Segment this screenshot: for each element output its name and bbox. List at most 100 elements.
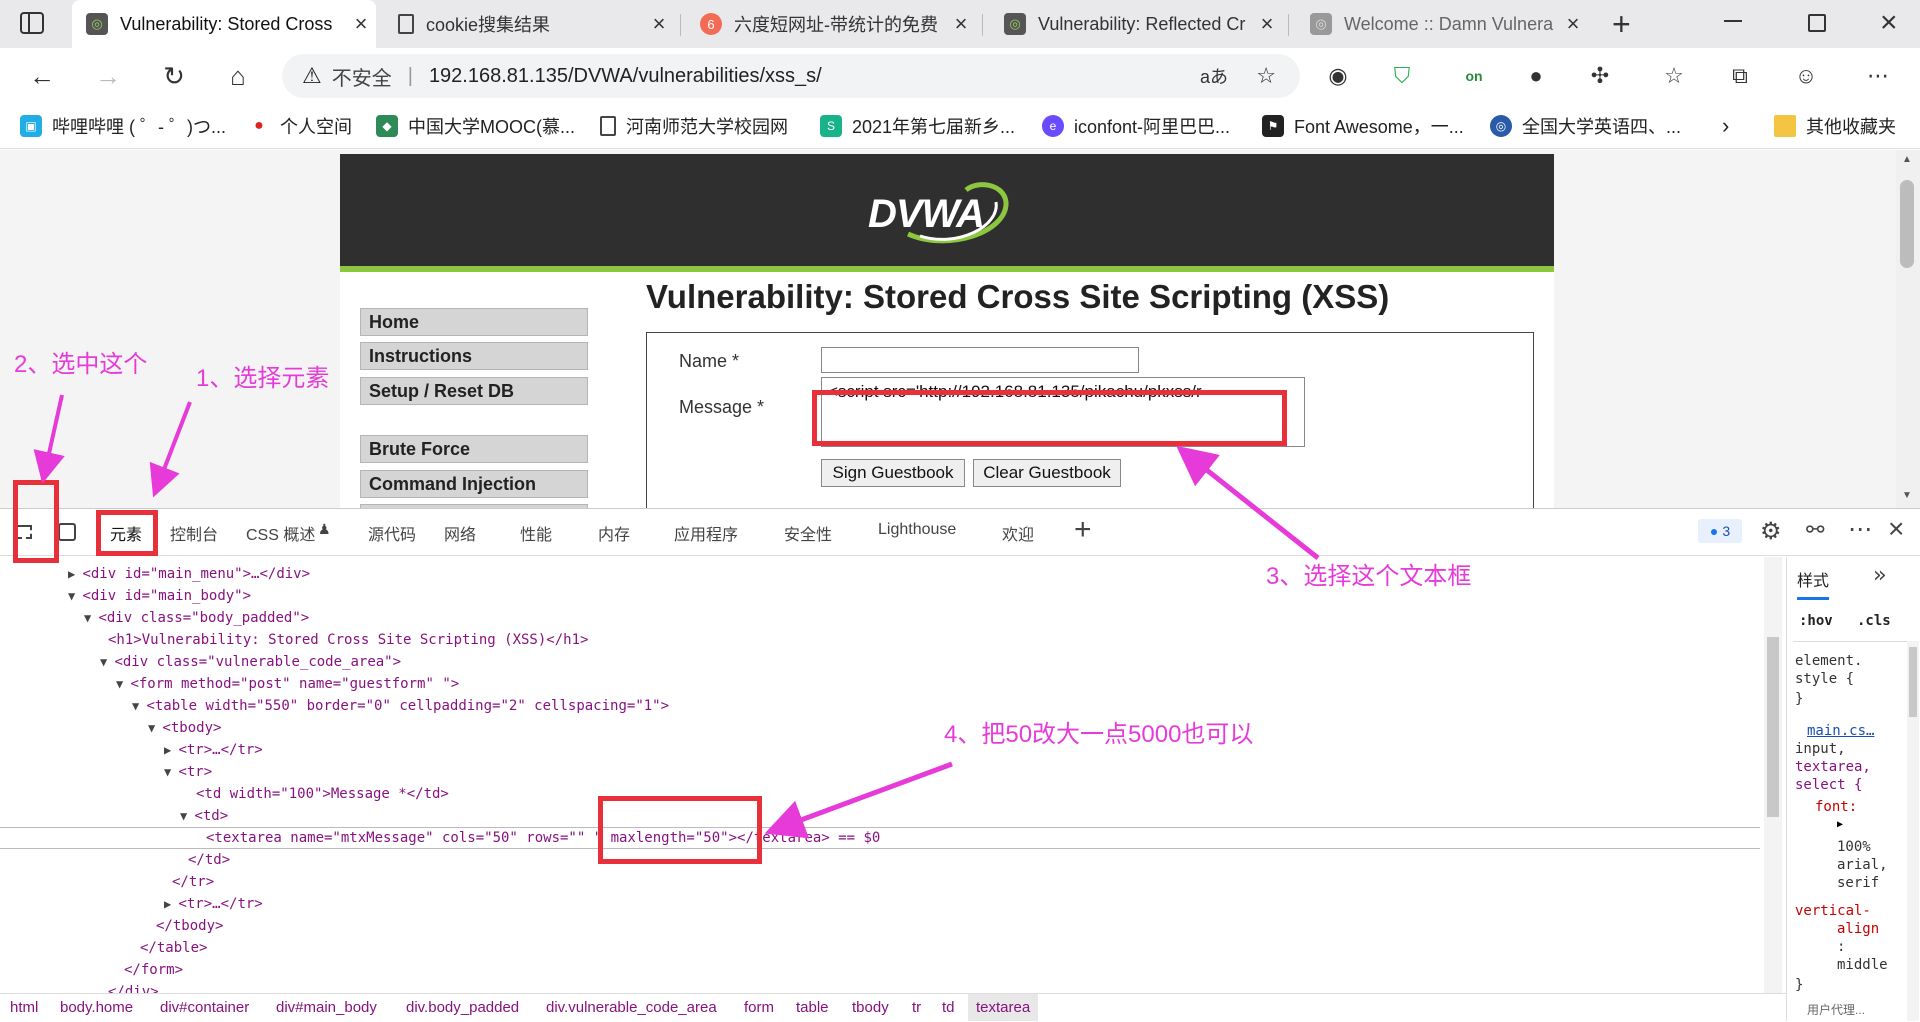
cls-filter[interactable]: .cls xyxy=(1857,613,1891,629)
tab-actions-icon[interactable] xyxy=(20,12,44,34)
reload-icon[interactable]: ↻ xyxy=(156,58,192,94)
tab-welcome-dvwa[interactable]: ◎ Welcome :: Damn Vulnera × xyxy=(1296,0,1588,48)
close-tab-icon[interactable]: × xyxy=(946,11,976,37)
menu-home[interactable]: Home xyxy=(360,308,588,336)
scroll-down-icon[interactable]: ▼ xyxy=(1902,490,1912,501)
devtools-more-icon[interactable]: ⋯ xyxy=(1848,515,1872,544)
dom-node[interactable]: ▼ <td> xyxy=(180,805,228,827)
dom-node[interactable]: </form> xyxy=(124,959,183,981)
issues-badge[interactable]: ● 3 xyxy=(1698,519,1742,543)
menu-instructions[interactable]: Instructions xyxy=(360,342,588,370)
dom-scroll-thumb[interactable] xyxy=(1767,637,1779,817)
page-scrollbar[interactable]: ▲ ▼ xyxy=(1896,150,1920,508)
crumb[interactable]: div.vulnerable_code_area xyxy=(546,999,717,1016)
menu-setup[interactable]: Setup / Reset DB xyxy=(360,377,588,405)
tab-application[interactable]: 应用程序 xyxy=(674,521,738,545)
crumb[interactable]: div#main_body xyxy=(276,999,377,1016)
add-favorite-icon[interactable]: ☆ xyxy=(1256,63,1276,89)
dom-node[interactable]: </td> xyxy=(188,849,230,871)
bookmark-iconfont[interactable]: e iconfont-阿里巴巴... xyxy=(1042,114,1230,138)
read-aloud-icon[interactable]: aあ xyxy=(1200,63,1228,89)
dom-scrollbar[interactable] xyxy=(1764,557,1782,993)
tab-memory[interactable]: 内存 xyxy=(598,521,630,545)
tab-security[interactable]: 安全性 xyxy=(784,521,832,545)
dom-node[interactable]: ▼ <div class="vulnerable_code_area"> xyxy=(100,651,401,673)
restore-icon[interactable] xyxy=(1808,14,1826,32)
bookmark-bilibili[interactable]: ▣ 哔哩哔哩 ( ゜- ゜)つ... xyxy=(20,114,226,138)
back-icon[interactable]: ← xyxy=(24,58,60,94)
minimize-icon[interactable] xyxy=(1724,20,1742,22)
hov-filter[interactable]: :hov xyxy=(1799,613,1833,629)
dom-node[interactable]: </div> xyxy=(108,981,159,993)
close-tab-icon[interactable]: × xyxy=(644,11,674,37)
tab-stored-xss[interactable]: ◎ Vulnerability: Stored Cross × xyxy=(72,0,376,48)
dom-node[interactable]: ▼ <table width="550" border="0" cellpadd… xyxy=(132,695,669,717)
name-input[interactable] xyxy=(821,347,1139,373)
crumb[interactable]: form xyxy=(744,999,774,1016)
more-menu-icon[interactable]: ⋯ xyxy=(1862,60,1894,92)
home-icon[interactable]: ⌂ xyxy=(220,58,256,94)
dom-node[interactable]: <h1>Vulnerability: Stored Cross Site Scr… xyxy=(108,629,588,651)
tab-console[interactable]: 控制台 xyxy=(170,521,218,545)
dom-node-textarea-selected[interactable]: <textarea name="mtxMessage" cols="50" ro… xyxy=(206,827,880,849)
expand-shorthand-icon[interactable]: ▶ xyxy=(1837,819,1843,830)
close-window-icon[interactable]: × xyxy=(1880,6,1898,40)
crumb[interactable]: div.body_padded xyxy=(406,999,519,1016)
dom-node[interactable]: </tr> xyxy=(172,871,214,893)
tab-performance[interactable]: 性能 xyxy=(520,521,552,545)
crumb[interactable]: body.home xyxy=(60,999,133,1016)
dom-node[interactable]: ▼ <form method="post" name="guestform" "… xyxy=(116,673,459,695)
extension-ghost-icon[interactable]: ◉ xyxy=(1322,60,1354,92)
dom-node[interactable]: <td width="100">Message *</td> xyxy=(196,783,449,805)
tab-welcome[interactable]: 欢迎 xyxy=(1002,521,1034,545)
menu-brute-force[interactable]: Brute Force xyxy=(360,435,588,463)
collections-icon[interactable]: ⧉ xyxy=(1724,60,1756,92)
crumb[interactable]: div#container xyxy=(160,999,249,1016)
bookmark-personal-space[interactable]: ● 个人空间 xyxy=(248,114,352,138)
sign-guestbook-button[interactable]: Sign Guestbook xyxy=(821,459,965,487)
stylesheet-link[interactable]: main.cs… xyxy=(1807,723,1874,739)
tab-network[interactable]: 网络 xyxy=(444,521,476,545)
dom-node[interactable]: </tbody> xyxy=(156,915,223,937)
remote-devices-icon[interactable]: ⚯ xyxy=(1806,517,1824,543)
tab-sources[interactable]: 源代码 xyxy=(368,521,416,545)
close-tab-icon[interactable]: × xyxy=(1252,11,1282,37)
settings-gear-icon[interactable]: ⚙ xyxy=(1760,517,1782,546)
url-text[interactable]: 192.168.81.135/DVWA/vulnerabilities/xss_… xyxy=(429,65,822,88)
tab-cookie-results[interactable]: cookie搜集结果 × xyxy=(384,0,674,48)
dom-node[interactable]: ▼ <div id="main_body"> xyxy=(68,585,251,607)
more-tabs-plus-icon[interactable]: + xyxy=(1074,513,1092,547)
crumb[interactable]: tr xyxy=(912,999,921,1016)
shield-extension-icon[interactable]: ⛉ xyxy=(1386,60,1418,92)
crumb-selected[interactable]: textarea xyxy=(968,994,1039,1021)
bookmark-xinxiang[interactable]: S 2021年第七届新乡... xyxy=(820,114,1015,138)
tab-css-overview[interactable]: CSS 概述 xyxy=(246,521,315,545)
dom-node[interactable]: </table> xyxy=(140,937,207,959)
bookmark-font-awesome[interactable]: ⚑ Font Awesome，一... xyxy=(1262,114,1464,138)
more-panes-icon[interactable]: » xyxy=(1873,563,1886,588)
new-tab-icon[interactable]: + xyxy=(1612,6,1631,43)
profile-avatar-icon[interactable]: ☺ xyxy=(1790,60,1822,92)
styles-scrollbar[interactable] xyxy=(1907,641,1919,1021)
extension-badge-icon[interactable]: ● xyxy=(1520,60,1552,92)
close-tab-icon[interactable]: × xyxy=(346,11,376,37)
tab-reflected-xss[interactable]: ◎ Vulnerability: Reflected Cr × xyxy=(990,0,1282,48)
tab-lighthouse[interactable]: Lighthouse xyxy=(878,521,956,539)
close-tab-icon[interactable]: × xyxy=(1558,11,1588,37)
crumb[interactable]: tbody xyxy=(852,999,889,1016)
dom-node[interactable]: ▶ <tr>…</tr> xyxy=(164,739,263,761)
dom-node[interactable]: ▶ <tr>…</tr> xyxy=(164,893,263,915)
dom-node[interactable]: ▼ <tr> xyxy=(164,761,212,783)
crumb[interactable]: html xyxy=(10,999,38,1016)
extension-on-icon[interactable]: on xyxy=(1458,60,1490,92)
bookmark-other-folder[interactable]: 其他收藏夹 xyxy=(1774,114,1896,138)
address-bar[interactable]: ⚠ 不安全 | 192.168.81.135/DVWA/vulnerabilit… xyxy=(282,54,1300,98)
bookmark-henan-normal[interactable]: 河南师范大学校园网 xyxy=(600,114,788,138)
scroll-up-icon[interactable]: ▲ xyxy=(1902,154,1912,165)
menu-command-injection[interactable]: Command Injection xyxy=(360,470,588,498)
styles-tab[interactable]: 样式 xyxy=(1797,567,1830,600)
clear-guestbook-button[interactable]: Clear Guestbook xyxy=(973,459,1121,487)
close-devtools-icon[interactable]: × xyxy=(1888,513,1904,545)
bookmark-mooc[interactable]: ◆ 中国大学MOOC(慕... xyxy=(376,114,575,138)
crumb[interactable]: table xyxy=(796,999,829,1016)
